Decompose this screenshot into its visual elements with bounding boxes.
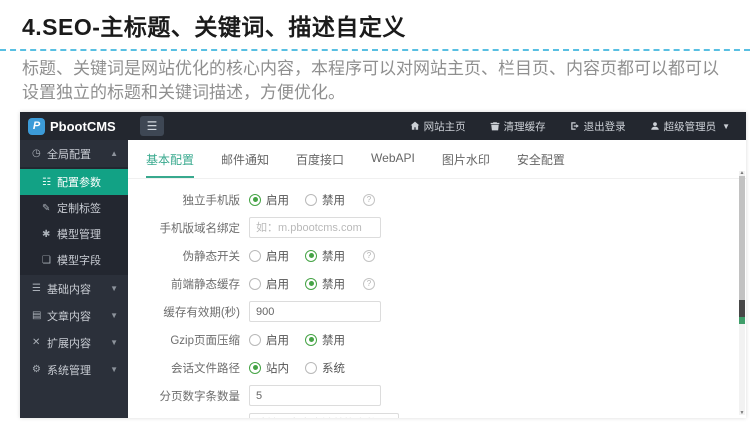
chevron-down-icon: ▼ <box>110 365 118 374</box>
scroll-down-icon[interactable]: ▼ <box>739 410 745 416</box>
help-icon[interactable]: ? <box>363 249 375 262</box>
form-row-mobile-domain: 手机版域名绑定 <box>128 217 746 238</box>
radio-system[interactable]: 系统 <box>305 360 345 376</box>
form-row-cache-ttl: 缓存有效期(秒) <box>128 301 746 322</box>
tab-mail-notify[interactable]: 邮件通知 <box>221 151 269 178</box>
brand-logo[interactable]: P PbootCMS <box>20 117 128 135</box>
scrollbar-thumb[interactable] <box>739 176 745 313</box>
radio-enable[interactable]: 启用 <box>249 332 289 348</box>
sidebar-item-model-manage[interactable]: ✱ 模型管理 <box>20 221 128 247</box>
sidebar-item-config-params[interactable]: ☷ 配置参数 <box>20 169 128 195</box>
tab-watermark[interactable]: 图片水印 <box>442 151 490 178</box>
chevron-down-icon: ▼ <box>110 284 118 293</box>
tab-baidu-api[interactable]: 百度接口 <box>296 151 344 178</box>
admin-screenshot: P PbootCMS ☰ 网站主页 清理缓存 退出登录 超级管理员 ▼ ◷ 全局… <box>20 112 746 418</box>
form-row-front-cache: 前端静态缓存 启用 禁用 ? <box>128 273 746 294</box>
expand-icon: ✕ <box>32 337 41 348</box>
help-icon[interactable]: ? <box>363 277 375 290</box>
brand-name: PbootCMS <box>50 118 116 134</box>
chevron-down-icon: ▼ <box>722 121 730 131</box>
document-icon: ▤ <box>32 310 42 321</box>
radio-enable[interactable]: 启用 <box>249 192 289 208</box>
tab-webapi[interactable]: WebAPI <box>371 151 415 178</box>
form-row-mobile-version: 独立手机版 启用 禁用 ? <box>128 189 746 210</box>
radio-onsite[interactable]: 站内 <box>249 360 289 376</box>
model-icon: ✱ <box>42 228 51 240</box>
form-row-pseudo-static: 伪静态开关 启用 禁用 ? <box>128 245 746 266</box>
sidebar-group-extend-content[interactable]: ✕ 扩展内容 ▼ <box>20 329 128 356</box>
clock-icon: ◷ <box>32 148 41 159</box>
chevron-down-icon: ▼ <box>110 311 118 320</box>
trash-icon <box>490 122 499 131</box>
page-title: 4.SEO-主标题、关键词、描述自定义 <box>22 14 406 40</box>
sidebar-submenu: ☷ 配置参数 ✎ 定制标签 ✱ 模型管理 ❏ 模型字段 <box>20 167 128 275</box>
menu-clear-cache[interactable]: 清理缓存 <box>490 119 546 134</box>
form-row-page-numbers: 分页数字条数量 <box>128 385 746 406</box>
sidebar-group-article-content[interactable]: ▤ 文章内容 ▼ <box>20 302 128 329</box>
form-row-session-path: 会话文件路径 站内 系统 <box>128 357 746 378</box>
sidebar-item-model-fields[interactable]: ❏ 模型字段 <box>20 247 128 273</box>
menu-admin-user[interactable]: 超级管理员 ▼ <box>650 119 730 134</box>
chevron-up-icon: ▲ <box>110 149 118 158</box>
wrench-icon: ✎ <box>42 202 51 214</box>
content-panel: 基本配置 邮件通知 百度接口 WebAPI 图片水印 安全配置 独立手机版 启用… <box>128 140 746 418</box>
config-form: 独立手机版 启用 禁用 ? 手机版域名绑定 伪静态开关 启用 禁用 ? 前端静态… <box>128 179 746 418</box>
sliders-icon: ☷ <box>42 176 51 188</box>
sidebar: ◷ 全局配置 ▲ ☷ 配置参数 ✎ 定制标签 ✱ 模型管理 ❏ 模型字段 ☰ 基… <box>20 140 128 418</box>
scrollbar-green-segment <box>739 317 745 325</box>
menu-logout[interactable]: 退出登录 <box>570 119 626 134</box>
radio-disable[interactable]: 禁用 <box>305 248 345 264</box>
innerlink-replace-input[interactable] <box>249 413 399 418</box>
logout-icon <box>570 122 579 130</box>
sidebar-group-system-manage[interactable]: ⚙ 系统管理 ▼ <box>20 356 128 383</box>
cache-ttl-input[interactable] <box>249 301 381 322</box>
tab-basic-config[interactable]: 基本配置 <box>146 151 195 178</box>
admin-topbar: P PbootCMS ☰ 网站主页 清理缓存 退出登录 超级管理员 ▼ <box>20 112 746 140</box>
radio-enable[interactable]: 启用 <box>249 248 289 264</box>
form-row-innerlink-replace: 内链替换次数 <box>128 413 746 418</box>
radio-disable[interactable]: 禁用 <box>305 276 345 292</box>
config-tabs: 基本配置 邮件通知 百度接口 WebAPI 图片水印 安全配置 <box>128 140 746 179</box>
content-scrollbar[interactable]: ▲ ▼ <box>739 170 745 416</box>
radio-enable[interactable]: 启用 <box>249 276 289 292</box>
page-description: 标题、关键词是网站优化的核心内容，本程序可以对网站主页、栏目页、内容页都可以都可… <box>22 59 719 103</box>
form-row-gzip: Gzip页面压缩 启用 禁用 <box>128 329 746 350</box>
doc-header: 4.SEO-主标题、关键词、描述自定义 <box>0 0 750 42</box>
home-icon <box>410 121 419 130</box>
menu-site-home[interactable]: 网站主页 <box>410 119 466 134</box>
pbootcms-logo-icon: P <box>28 117 45 135</box>
tab-security[interactable]: 安全配置 <box>517 151 565 178</box>
sidebar-group-global-config[interactable]: ◷ 全局配置 ▲ <box>20 140 128 167</box>
sidebar-item-custom-tags[interactable]: ✎ 定制标签 <box>20 195 128 221</box>
chevron-down-icon: ▼ <box>110 338 118 347</box>
topbar-menu: 网站主页 清理缓存 退出登录 超级管理员 ▼ <box>410 119 746 134</box>
gear-icon: ⚙ <box>32 364 41 375</box>
radio-disable[interactable]: 禁用 <box>305 192 345 208</box>
field-icon: ❏ <box>42 254 51 266</box>
help-icon[interactable]: ? <box>363 193 375 206</box>
list-icon: ☰ <box>32 283 41 294</box>
radio-disable[interactable]: 禁用 <box>305 332 345 348</box>
mobile-domain-input[interactable] <box>249 217 381 238</box>
page-numbers-input[interactable] <box>249 385 381 406</box>
user-icon <box>650 122 659 130</box>
sidebar-group-basic-content[interactable]: ☰ 基础内容 ▼ <box>20 275 128 302</box>
hamburger-menu-icon[interactable]: ☰ <box>140 116 164 136</box>
